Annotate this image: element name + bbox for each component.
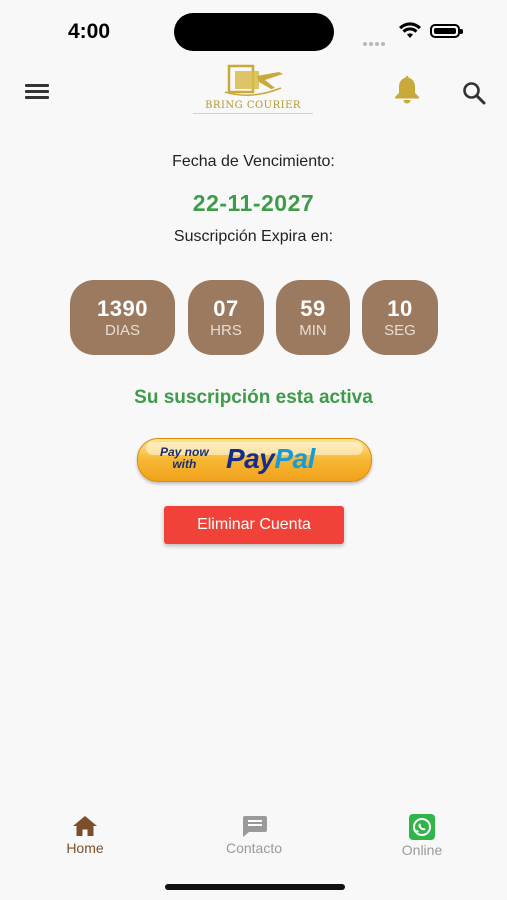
bell-icon[interactable] [391,74,423,104]
hamburger-menu-icon[interactable] [25,84,49,102]
countdown-seconds: 10 SEG [362,280,438,355]
expires-in-label: Suscripción Expira en: [173,228,334,245]
countdown-timer: 1390 DIAS 07 HRS 59 MIN 10 SEG [0,280,507,356]
countdown-days: 1390 DIAS [70,280,175,355]
whatsapp-icon [409,814,435,840]
paypal-logo: PayPal [226,443,315,475]
countdown-days-unit: DIAS [104,322,140,339]
paypal-logo-pal: Pal [274,443,315,474]
plane-logo-icon [224,64,283,96]
expiration-date: 22-11-2027 [192,190,315,216]
subscription-status: Su suscripción esta activa [134,387,373,408]
logo-underline [193,113,313,114]
countdown-minutes-unit: MIN [299,322,327,339]
brand-name: BRING COURIER [205,100,301,111]
dynamic-island [174,13,334,51]
status-time: 4:00 [68,20,111,43]
countdown-hours: 07 HRS [188,280,264,355]
wifi-icon [399,22,421,38]
countdown-minutes-value: 59 [300,296,326,321]
paypal-logo-pay: Pay [226,443,275,474]
chat-bubble-icon [243,816,267,837]
countdown-days-value: 1390 [97,296,148,321]
search-icon[interactable] [462,81,488,105]
home-icon [73,816,97,836]
tab-contacto-label: Contacto [225,840,283,856]
tab-home-label: Home [66,840,104,856]
countdown-seconds-value: 10 [387,296,413,321]
home-indicator[interactable] [165,884,345,890]
countdown-hours-value: 07 [213,296,239,321]
expiration-label: Fecha de Vencimiento: [172,153,335,170]
countdown-hours-unit: HRS [210,322,242,339]
countdown-minutes: 59 MIN [276,280,350,355]
paypal-line2: with [172,457,197,471]
battery-icon [430,24,463,38]
paypal-pay-button[interactable]: Pay now with PayPal [137,438,372,482]
paypal-pay-now-text: Pay now with [160,446,209,470]
brand-logo: BRING COURIER [185,62,321,124]
tab-home[interactable]: Home [30,814,140,856]
delete-account-button[interactable]: Eliminar Cuenta [164,506,344,544]
tab-online[interactable]: Online [367,814,477,858]
cellular-signal-icon [363,33,389,46]
status-bar: 4:00 [0,0,507,62]
tab-contacto[interactable]: Contacto [199,814,309,856]
tab-online-label: Online [401,842,443,858]
countdown-seconds-unit: SEG [384,322,416,339]
